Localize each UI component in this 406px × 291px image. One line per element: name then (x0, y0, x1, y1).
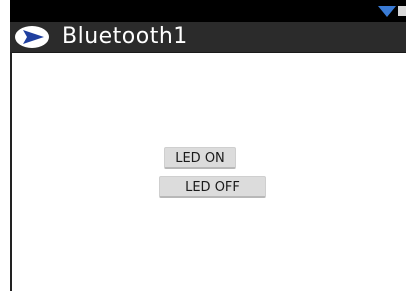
play-icon (15, 26, 49, 48)
window-edge (10, 52, 12, 291)
title-bar: Bluetooth1 (10, 22, 406, 53)
signal-icon (398, 6, 406, 16)
app-screen: Bluetooth1 LED ON LED OFF (0, 0, 406, 291)
app-title: Bluetooth1 (62, 24, 188, 49)
led-off-button[interactable]: LED OFF (159, 176, 266, 198)
wifi-icon (378, 6, 396, 17)
status-bar (10, 0, 406, 22)
led-on-button[interactable]: LED ON (164, 147, 236, 169)
